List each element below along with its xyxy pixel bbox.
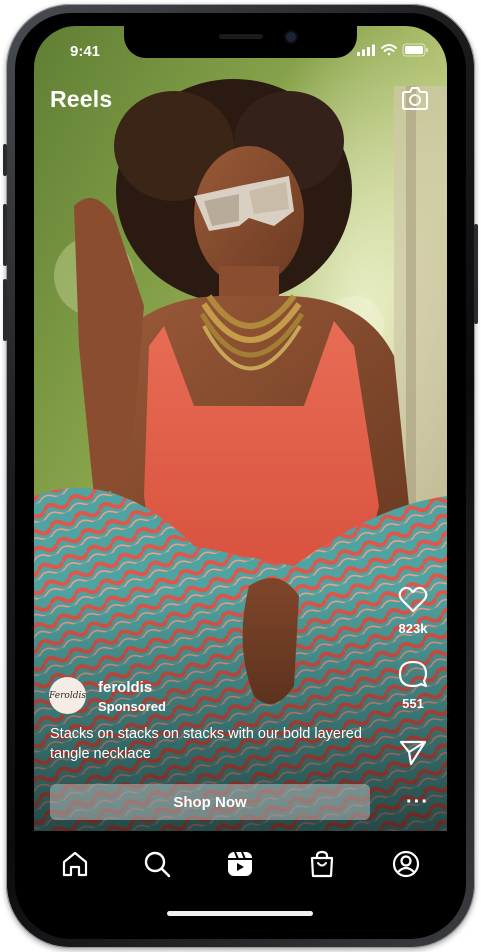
mute-switch (3, 144, 7, 176)
comment-count: 551 (402, 696, 424, 711)
heart-icon[interactable] (398, 586, 428, 614)
profile-icon[interactable] (391, 849, 421, 879)
home-icon[interactable] (60, 849, 90, 879)
reel-photo[interactable] (34, 26, 447, 831)
bottom-tab-bar (34, 831, 447, 925)
status-time: 9:41 (70, 43, 101, 60)
send-icon[interactable] (398, 738, 428, 766)
status-icons (357, 43, 428, 57)
notch (124, 26, 357, 58)
comment-icon[interactable] (398, 659, 428, 689)
like-action[interactable]: 823k (391, 586, 435, 636)
account-avatar[interactable]: Feroldis (49, 677, 86, 714)
volume-down-button (3, 279, 7, 341)
reels-icon[interactable] (225, 849, 255, 879)
page-title: Reels (50, 86, 113, 112)
wifi-icon (381, 44, 397, 56)
comment-action[interactable]: 551 (391, 659, 435, 711)
more-options-button[interactable]: ··· (406, 791, 429, 814)
home-indicator[interactable] (167, 911, 313, 916)
shop-now-button[interactable]: Shop Now (50, 784, 370, 820)
app-screen: 9:41 Reels 823k 551 Feroldis feroldis Sp… (34, 26, 447, 925)
battery-icon (402, 43, 428, 57)
shopping-bag-icon[interactable] (307, 849, 337, 879)
like-count: 823k (398, 621, 428, 636)
account-username[interactable]: feroldis (98, 679, 152, 696)
share-action[interactable] (391, 738, 435, 771)
earpiece-speaker (219, 34, 263, 39)
post-caption[interactable]: Stacks on stacks on stacks with our bold… (34, 712, 394, 772)
volume-up-button (3, 204, 7, 266)
power-button (474, 224, 478, 324)
front-camera (286, 32, 296, 42)
cellular-signal-icon (357, 44, 375, 56)
search-icon[interactable] (142, 849, 172, 879)
camera-icon[interactable] (401, 85, 429, 111)
